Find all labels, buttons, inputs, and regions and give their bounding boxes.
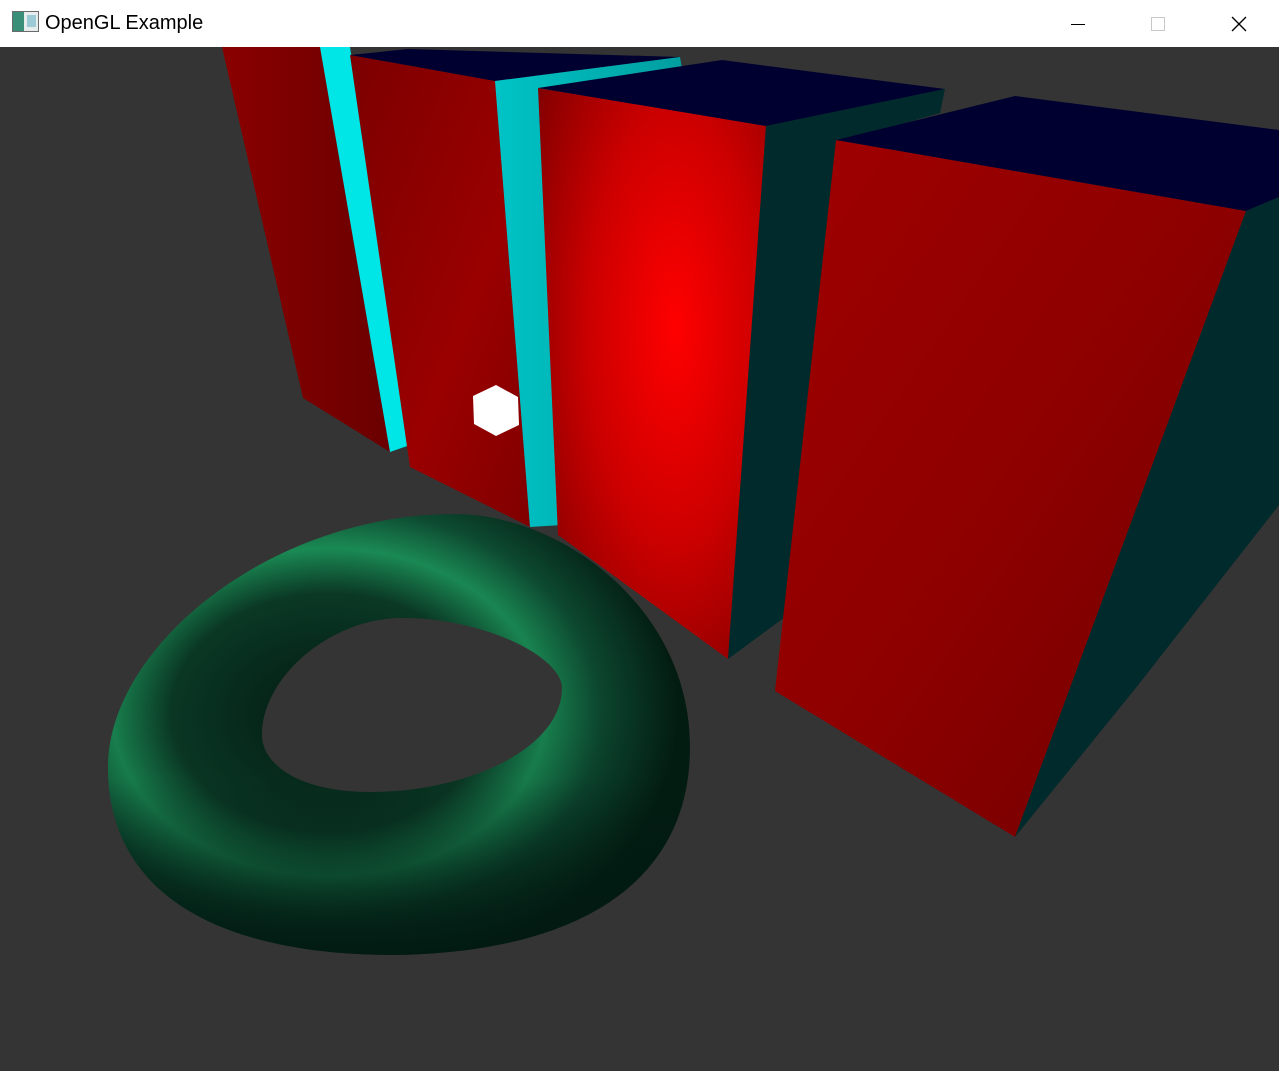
minimize-button[interactable] — [1038, 0, 1118, 47]
opengl-window: OpenGL Example — [0, 0, 1279, 1071]
minimize-icon — [1071, 23, 1085, 25]
close-button[interactable] — [1199, 0, 1279, 47]
scene-canvas — [108, 47, 1279, 955]
maximize-icon — [1151, 16, 1165, 31]
title-bar[interactable]: OpenGL Example — [0, 0, 1279, 47]
app-icon — [12, 11, 39, 32]
opengl-viewport[interactable] — [0, 47, 1279, 1071]
window-title: OpenGL Example — [45, 12, 204, 34]
front-right-box — [775, 96, 1279, 837]
close-icon — [1231, 16, 1247, 31]
torus — [108, 514, 690, 955]
maximize-button[interactable] — [1118, 0, 1198, 47]
